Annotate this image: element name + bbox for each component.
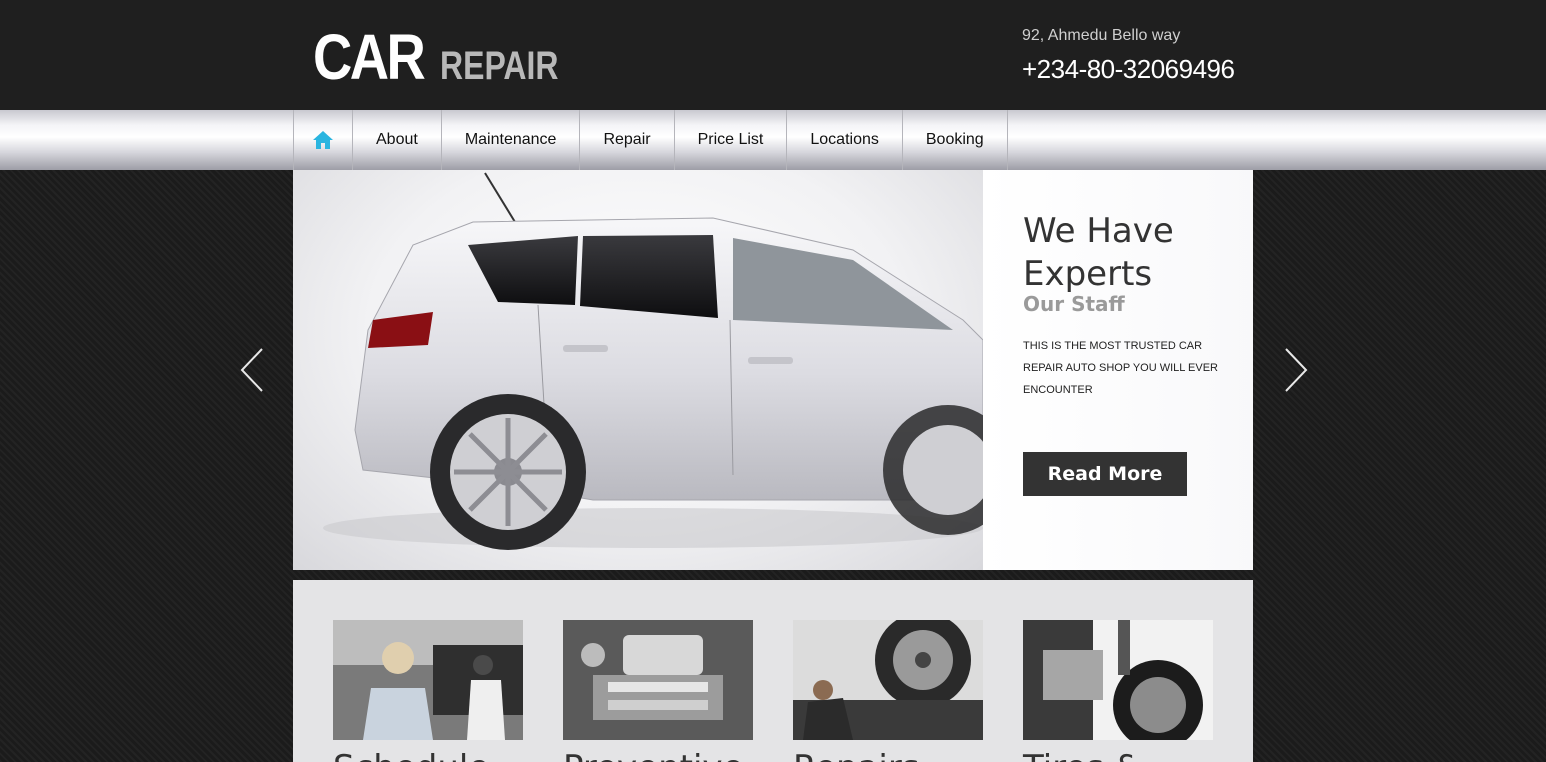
phone-number: +234-80-32069496 <box>1022 54 1235 84</box>
nav-about[interactable]: About <box>353 110 442 170</box>
feature-card[interactable]: Schedule <box>333 620 523 762</box>
navigation-bar: About Maintenance Repair Price List Loca… <box>0 110 1546 170</box>
feature-card[interactable]: Preventive <box>563 620 753 762</box>
home-icon <box>313 131 333 149</box>
slider-prev-arrow[interactable] <box>238 345 266 399</box>
feature-card[interactable]: Tires & <box>1023 620 1213 762</box>
feature-title: Tires & <box>1023 748 1141 762</box>
logo-sub-text: REPAIR <box>439 44 559 88</box>
feature-card[interactable]: Repairs <box>793 620 983 762</box>
nav-price-list[interactable]: Price List <box>675 110 788 170</box>
chevron-right-icon <box>1285 348 1308 392</box>
read-more-button[interactable]: Read More <box>1023 452 1187 496</box>
feature-image-preventive <box>563 620 753 740</box>
feature-image-tires <box>1023 620 1213 740</box>
slide-subtitle: Our Staff <box>1023 292 1125 316</box>
feature-image-schedule <box>333 620 523 740</box>
address: 92, Ahmedu Bello way <box>1022 27 1181 44</box>
slide-caption: We Have Experts Our Staff THIS IS THE MO… <box>983 170 1253 570</box>
nav-booking[interactable]: Booking <box>903 110 1008 170</box>
slider-next-arrow[interactable] <box>1282 345 1310 399</box>
logo[interactable]: CAR REPAIR <box>313 20 588 94</box>
feature-image-repairs <box>793 620 983 740</box>
main-nav: About Maintenance Repair Price List Loca… <box>293 110 1008 170</box>
chevron-left-icon <box>240 348 263 392</box>
slide-description: THIS IS THE MOST TRUSTED CAR REPAIR AUTO… <box>1023 340 1219 396</box>
logo-main-text: CAR <box>313 21 426 93</box>
nav-repair[interactable]: Repair <box>580 110 675 170</box>
feature-title: Preventive <box>563 748 743 762</box>
feature-title: Schedule <box>333 748 489 762</box>
car-image <box>323 172 1013 550</box>
features-section: Schedule Preventive Repairs <box>293 580 1253 762</box>
nav-home[interactable] <box>294 110 353 170</box>
feature-title: Repairs <box>793 748 920 762</box>
nav-locations[interactable]: Locations <box>787 110 903 170</box>
slide-image <box>293 170 1013 570</box>
hero-slider: We Have Experts Our Staff THIS IS THE MO… <box>293 170 1253 570</box>
slide-title: We Have Experts <box>1023 211 1174 294</box>
nav-maintenance[interactable]: Maintenance <box>442 110 581 170</box>
site-header: CAR REPAIR 92, Ahmedu Bello way +234-80-… <box>0 0 1546 110</box>
